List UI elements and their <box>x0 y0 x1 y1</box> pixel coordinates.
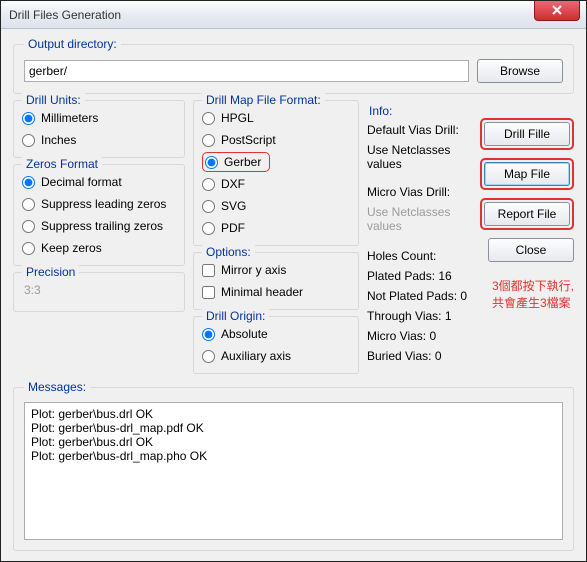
radio-suppress-trailing[interactable] <box>22 220 35 233</box>
drill-origin-legend: Drill Origin: <box>202 309 269 323</box>
output-directory-group: Output directory: Browse <box>13 37 574 94</box>
radio-keep-zeros[interactable] <box>22 242 35 255</box>
not-plated-pads: Not Plated Pads: 0 <box>367 286 474 306</box>
close-window-button[interactable] <box>534 1 580 21</box>
micro-vias-label: Micro Vias Drill: <box>367 182 474 202</box>
drill-units-group: Drill Units: Millimeters Inches <box>13 100 185 158</box>
precision-legend: Precision <box>22 265 79 279</box>
info-legend: Info: <box>367 100 474 120</box>
output-directory-legend: Output directory: <box>24 37 121 51</box>
label-keep-zeros: Keep zeros <box>41 241 102 255</box>
messages-group: Messages: Plot: gerber\bus.drl OK Plot: … <box>13 380 574 551</box>
browse-button[interactable]: Browse <box>477 59 563 83</box>
label-auxiliary-axis: Auxiliary axis <box>221 349 291 363</box>
report-file-button[interactable]: Report File <box>484 202 570 226</box>
zeros-format-legend: Zeros Format <box>22 157 102 171</box>
precision-group: Precision 3:3 <box>13 272 185 312</box>
close-button[interactable]: Close <box>488 238 574 262</box>
close-icon <box>552 5 562 15</box>
radio-pdf[interactable] <box>202 222 215 235</box>
annotation-line1: 3個都按下執行, <box>492 279 574 293</box>
main-columns: Drill Units: Millimeters Inches Zeros Fo… <box>13 100 574 374</box>
checkbox-mirror-y[interactable] <box>202 264 215 277</box>
label-gerber: Gerber <box>224 155 261 169</box>
map-format-group: Drill Map File Format: HPGL PostScript G… <box>193 100 359 246</box>
plated-pads: Plated Pads: 16 <box>367 266 474 286</box>
micro-vias-count: Micro Vias: 0 <box>367 326 474 346</box>
radio-absolute[interactable] <box>202 328 215 341</box>
drill-units-legend: Drill Units: <box>22 93 85 107</box>
map-file-button[interactable]: Map File <box>484 162 570 186</box>
dialog-window: Drill Files Generation Output directory:… <box>0 0 587 562</box>
precision-value: 3:3 <box>22 279 176 305</box>
radio-millimeters[interactable] <box>22 112 35 125</box>
dialog-body: Output directory: Browse Drill Units: Mi… <box>1 29 586 561</box>
options-legend: Options: <box>202 245 255 259</box>
default-vias-value: Use Netclasses values <box>367 140 474 174</box>
radio-inches[interactable] <box>22 134 35 147</box>
label-dxf: DXF <box>221 177 245 191</box>
radio-postscript[interactable] <box>202 134 215 147</box>
radio-suppress-leading[interactable] <box>22 198 35 211</box>
annotation-line2: 共會產生3檔案 <box>492 296 571 310</box>
default-vias-label: Default Vias Drill: <box>367 120 474 140</box>
output-directory-input[interactable] <box>24 60 469 82</box>
micro-vias-value: Use Netclasses values <box>367 202 474 236</box>
radio-hpgl[interactable] <box>202 112 215 125</box>
zeros-format-group: Zeros Format Decimal format Suppress lea… <box>13 164 185 266</box>
label-svg: SVG <box>221 199 246 213</box>
through-vias: Through Vias: 1 <box>367 306 474 326</box>
messages-textarea[interactable]: Plot: gerber\bus.drl OK Plot: gerber\bus… <box>24 402 563 540</box>
checkbox-minimal-header[interactable] <box>202 286 215 299</box>
options-group: Options: Mirror y axis Minimal header <box>193 252 359 310</box>
drill-file-button[interactable]: Drill Fille <box>484 122 570 146</box>
radio-svg[interactable] <box>202 200 215 213</box>
holes-count-label: Holes Count: <box>367 246 474 266</box>
label-suppress-trailing: Suppress trailing zeros <box>41 219 163 233</box>
annotation-text: 3個都按下執行, 共會產生3檔案 <box>492 278 574 312</box>
label-pdf: PDF <box>221 221 245 235</box>
radio-dxf[interactable] <box>202 178 215 191</box>
buried-vias: Buried Vias: 0 <box>367 346 474 366</box>
label-inches: Inches <box>41 133 76 147</box>
window-title: Drill Files Generation <box>9 8 534 22</box>
radio-decimal-format[interactable] <box>22 176 35 189</box>
label-postscript: PostScript <box>221 133 276 147</box>
radio-auxiliary-axis[interactable] <box>202 350 215 363</box>
label-decimal-format: Decimal format <box>41 175 122 189</box>
titlebar[interactable]: Drill Files Generation <box>1 1 586 29</box>
map-format-legend: Drill Map File Format: <box>202 93 325 107</box>
label-absolute: Absolute <box>221 327 268 341</box>
messages-legend: Messages: <box>24 380 90 394</box>
radio-gerber[interactable] <box>205 156 218 169</box>
label-millimeters: Millimeters <box>41 111 98 125</box>
label-hpgl: HPGL <box>221 111 254 125</box>
label-mirror-y: Mirror y axis <box>221 263 286 277</box>
label-suppress-leading: Suppress leading zeros <box>41 197 166 211</box>
label-minimal-header: Minimal header <box>221 285 303 299</box>
drill-origin-group: Drill Origin: Absolute Auxiliary axis <box>193 316 359 374</box>
